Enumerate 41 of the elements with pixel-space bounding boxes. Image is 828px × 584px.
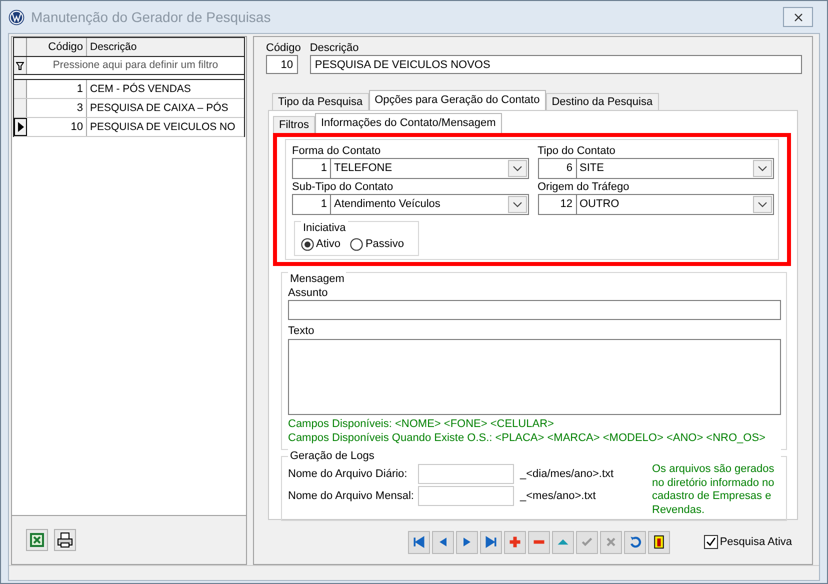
group-title: Geração de Logs — [288, 449, 781, 463]
table-cell: 1 — [27, 80, 87, 98]
radio-option[interactable]: Passivo — [350, 238, 404, 250]
dropdown[interactable]: 1 Atendimento Veículos — [292, 194, 528, 215]
table-cell: 3 — [27, 99, 87, 117]
tab[interactable]: Opções para Geração do Contato — [368, 90, 546, 110]
description-label: Descrição — [310, 41, 360, 55]
radio-option[interactable]: Ativo — [301, 238, 340, 250]
active-checkbox[interactable]: Pesquisa Ativa — [704, 535, 792, 549]
window-title: Manutenção do Gerador de Pesquisas — [31, 9, 271, 25]
table-cell-text: CEM - PÓS VENDAS — [89, 82, 192, 97]
table-cell: 10 — [27, 118, 87, 136]
column-header[interactable]: Código — [27, 38, 87, 56]
file-suffix: _<dia/mes/ano>.txt — [520, 468, 615, 480]
tab[interactable]: Informações do Contato/Mensagem — [314, 113, 502, 133]
field-label: Origem do Tráfego — [538, 180, 630, 194]
description-field[interactable]: PESQUISA DE VEICULOS NOVOS — [310, 55, 802, 74]
dropdown[interactable]: 12 OUTRO — [538, 194, 774, 215]
table-cell-text: PESQUISA DE CAIXA – PÓS — [89, 100, 230, 116]
fields-hint: Campos Disponíveis: <NOME> <FONE> <CELULAR> — [288, 418, 555, 432]
file-suffix: _<mes/ano>.txt — [520, 490, 597, 502]
field-label: Nome do Arquivo Mensal: — [288, 490, 415, 502]
field-label: Forma do Contato — [292, 144, 382, 158]
code-field[interactable]: 10 — [266, 55, 298, 74]
column-header[interactable]: Descrição — [87, 38, 244, 56]
field-label: Nome do Arquivo Diário: — [288, 468, 408, 480]
logs-note: Os arquivos são gerados no diretório informado no cadastro de Empresas e Revendas. — [652, 463, 776, 517]
group-title: Mensagem — [288, 272, 346, 286]
tab[interactable]: Tipo da Pesquisa — [272, 93, 369, 110]
dropdown[interactable]: 1 TELEFONE — [292, 158, 528, 179]
field-label: Tipo do Contato — [538, 144, 616, 158]
code-label: Código — [266, 41, 301, 55]
field-label: Texto — [288, 324, 316, 338]
tab[interactable]: Filtros — [273, 116, 315, 133]
tab[interactable]: Destino da Pesquisa — [546, 93, 659, 110]
table-cell-text: PESQUISA DE VEICULOS NO — [89, 120, 236, 135]
field-label: Assunto — [288, 286, 329, 300]
fields-hint: Campos Disponíveis Quando Existe O.S.: <PLACA> <MARCA> <MODELO> <ANO> <NRO_OS> — [288, 432, 766, 445]
dropdown[interactable]: 6 SITE — [538, 158, 774, 179]
filter-hint[interactable]: Pressione aqui para definir um filtro — [27, 57, 244, 74]
field-label: Sub-Tipo do Contato — [292, 180, 394, 194]
